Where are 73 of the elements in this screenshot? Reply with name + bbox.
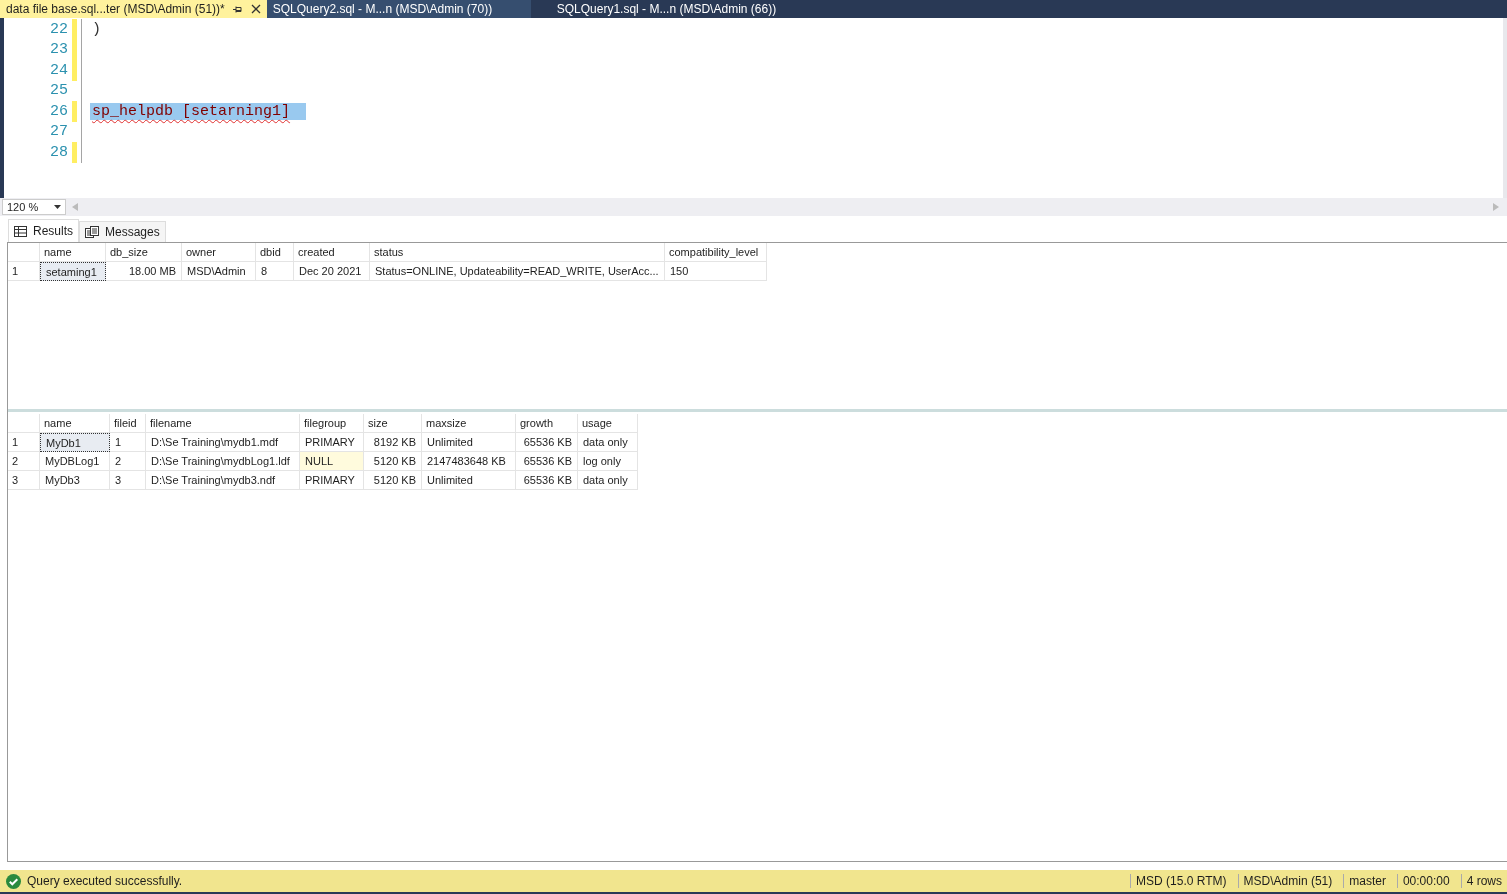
table-cell[interactable]: 18.00 MB (106, 262, 182, 281)
grid-icon (14, 225, 27, 237)
results-tab[interactable]: Messages (79, 221, 166, 242)
table-cell[interactable]: D:\Se Training\mydb1.mdf (146, 433, 300, 452)
close-icon[interactable] (250, 4, 261, 14)
success-check-icon (6, 873, 21, 889)
column-header[interactable]: owner (182, 243, 256, 262)
row-number[interactable]: 2 (8, 452, 40, 471)
line-number: 23 (49, 41, 69, 59)
table-cell[interactable]: PRIMARY (300, 471, 364, 490)
table-cell[interactable]: Unlimited (422, 471, 516, 490)
column-header[interactable]: compatibility_level (665, 243, 767, 262)
table-cell[interactable]: Status=ONLINE, Updateability=READ_WRITE, UserAcc... (370, 262, 665, 281)
status-segment: MSD (15.0 RTM) (1130, 874, 1232, 888)
column-header[interactable]: usage (578, 414, 638, 433)
status-segment: master (1343, 874, 1391, 888)
table-cell[interactable]: data only (578, 471, 638, 490)
column-header[interactable]: dbid (256, 243, 294, 262)
line-number: 27 (49, 123, 69, 141)
status-segment: 00:00:00 (1396, 874, 1455, 888)
status-message: Query executed successfully. (27, 874, 183, 888)
line-number: 24 (49, 61, 69, 79)
table-cell[interactable]: D:\Se Training\mydb3.ndf (146, 471, 300, 490)
document-tab[interactable]: SQLQuery2.sql - M...n (MSD\Admin (70)) (266, 0, 531, 18)
table-cell[interactable]: 8 (256, 262, 294, 281)
results-tab[interactable]: Results (8, 219, 79, 242)
table-cell[interactable]: NULL (300, 452, 364, 471)
table-cell[interactable]: MyDb3 (40, 471, 110, 490)
line-number: 25 (49, 82, 69, 100)
table-cell[interactable]: 8192 KB (364, 433, 422, 452)
table-cell[interactable]: 65536 KB (516, 433, 578, 452)
table-cell[interactable]: 5120 KB (364, 471, 422, 490)
line-number: 22 (49, 20, 69, 38)
table-cell[interactable]: 2147483648 KB (422, 452, 516, 471)
column-header[interactable]: filegroup (300, 414, 364, 433)
table-cell[interactable]: 1 (110, 433, 146, 452)
column-header[interactable]: filename (146, 414, 300, 433)
caret-icon (54, 205, 61, 209)
table-cell[interactable]: Unlimited (422, 433, 516, 452)
table-cell[interactable]: data only (578, 433, 638, 452)
table-cell[interactable]: 3 (110, 471, 146, 490)
table-cell[interactable]: 5120 KB (364, 452, 422, 471)
status-segment: 4 rows (1460, 874, 1507, 888)
pin-icon[interactable] (232, 4, 243, 14)
column-header[interactable]: created (294, 243, 370, 262)
table-cell[interactable]: setaming1 (40, 262, 106, 281)
table-cell[interactable]: Dec 20 2021 (294, 262, 370, 281)
table-cell[interactable]: 65536 KB (516, 452, 578, 471)
grid-corner (8, 243, 40, 262)
table-cell[interactable]: 65536 KB (516, 471, 578, 490)
zoom-dropdown[interactable]: 120 % (2, 199, 66, 215)
grid-corner (8, 414, 40, 433)
document-icon (85, 226, 99, 238)
line-number: 28 (49, 143, 69, 161)
code-line: ) (91, 19, 102, 39)
table-cell[interactable]: 2 (110, 452, 146, 471)
column-header[interactable]: fileid (110, 414, 146, 433)
table-cell[interactable]: D:\Se Training\mydbLog1.ldf (146, 452, 300, 471)
table-cell[interactable]: MSD\Admin (182, 262, 256, 281)
column-header[interactable]: db_size (106, 243, 182, 262)
table-cell[interactable]: MyDb1 (40, 433, 110, 452)
table-cell[interactable]: 150 (665, 262, 767, 281)
line-number: 26 (49, 102, 69, 120)
column-header[interactable]: status (370, 243, 665, 262)
table-cell[interactable]: log only (578, 452, 638, 471)
table-cell[interactable]: MyDBLog1 (40, 452, 110, 471)
column-header[interactable]: growth (516, 414, 578, 433)
column-header[interactable]: maxsize (422, 414, 516, 433)
document-tab[interactable]: data file base.sql...ter (MSD\Admin (51))* (0, 0, 267, 18)
column-header[interactable]: size (364, 414, 422, 433)
document-tab[interactable]: SQLQuery1.sql - M...n (MSD\Admin (66)) (530, 0, 803, 18)
status-segment: MSD\Admin (51) (1237, 874, 1338, 888)
row-number[interactable]: 3 (8, 471, 40, 490)
